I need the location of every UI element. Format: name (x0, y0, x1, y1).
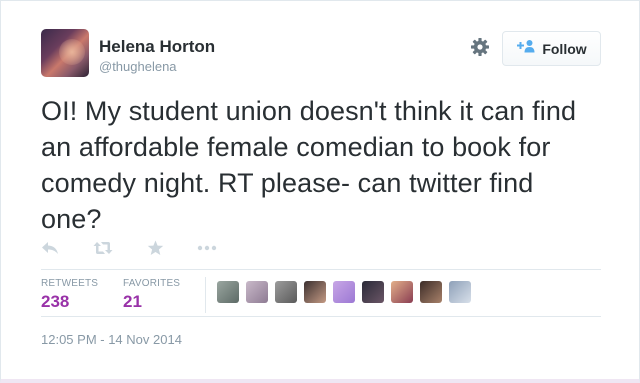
reply-icon[interactable] (41, 237, 59, 259)
favoriter-avatar[interactable] (246, 281, 268, 303)
tweet-text-line: comedy night. RT please- can twitter fin… (41, 168, 534, 198)
follow-user-icon (516, 39, 536, 58)
favoriter-avatar[interactable] (275, 281, 297, 303)
stats-bottom-divider (41, 316, 601, 317)
favoriter-avatar[interactable] (362, 281, 384, 303)
retweets-label: RETWEETS (41, 278, 99, 289)
more-icon[interactable] (197, 237, 217, 259)
follow-button-label: Follow (542, 40, 587, 57)
follow-button[interactable]: Follow (502, 31, 601, 66)
user-handle[interactable]: @thughelena (99, 59, 177, 75)
favorites-count: 21 (123, 292, 142, 311)
favorites-label: FAVORITES (123, 278, 181, 289)
retweets-stat[interactable]: RETWEETS 238 (41, 278, 98, 314)
favoriter-avatar[interactable] (391, 281, 413, 303)
retweet-icon[interactable] (93, 237, 113, 259)
gear-icon[interactable] (469, 36, 491, 58)
favoriter-avatar[interactable] (217, 281, 239, 303)
favoriter-avatar[interactable] (420, 281, 442, 303)
tweet-text-line: an affordable female comedian to book fo… (41, 132, 551, 162)
retweets-count: 238 (41, 292, 70, 311)
tweet-card: Helena Horton @thughelena Follow OI! My … (0, 0, 640, 383)
avatar-highlight (59, 39, 85, 65)
user-display-name[interactable]: Helena Horton (99, 37, 215, 57)
tweet-text-line: OI! My student union doesn't think it ca… (41, 96, 577, 126)
tweet-text: OI! My student union doesn't think it ca… (41, 93, 611, 237)
favorites-stat[interactable]: FAVORITES 21 (123, 278, 180, 314)
stats-separator (205, 277, 206, 313)
favoriter-avatar[interactable] (333, 281, 355, 303)
favorite-icon[interactable] (147, 237, 164, 259)
user-avatar[interactable] (41, 29, 89, 77)
favoriter-avatar[interactable] (304, 281, 326, 303)
tweet-text-line: one? (41, 204, 102, 234)
tweet-timestamp[interactable]: 12:05 PM - 14 Nov 2014 (41, 332, 182, 348)
favoriter-avatar[interactable] (449, 281, 471, 303)
stats-top-divider (41, 269, 601, 270)
